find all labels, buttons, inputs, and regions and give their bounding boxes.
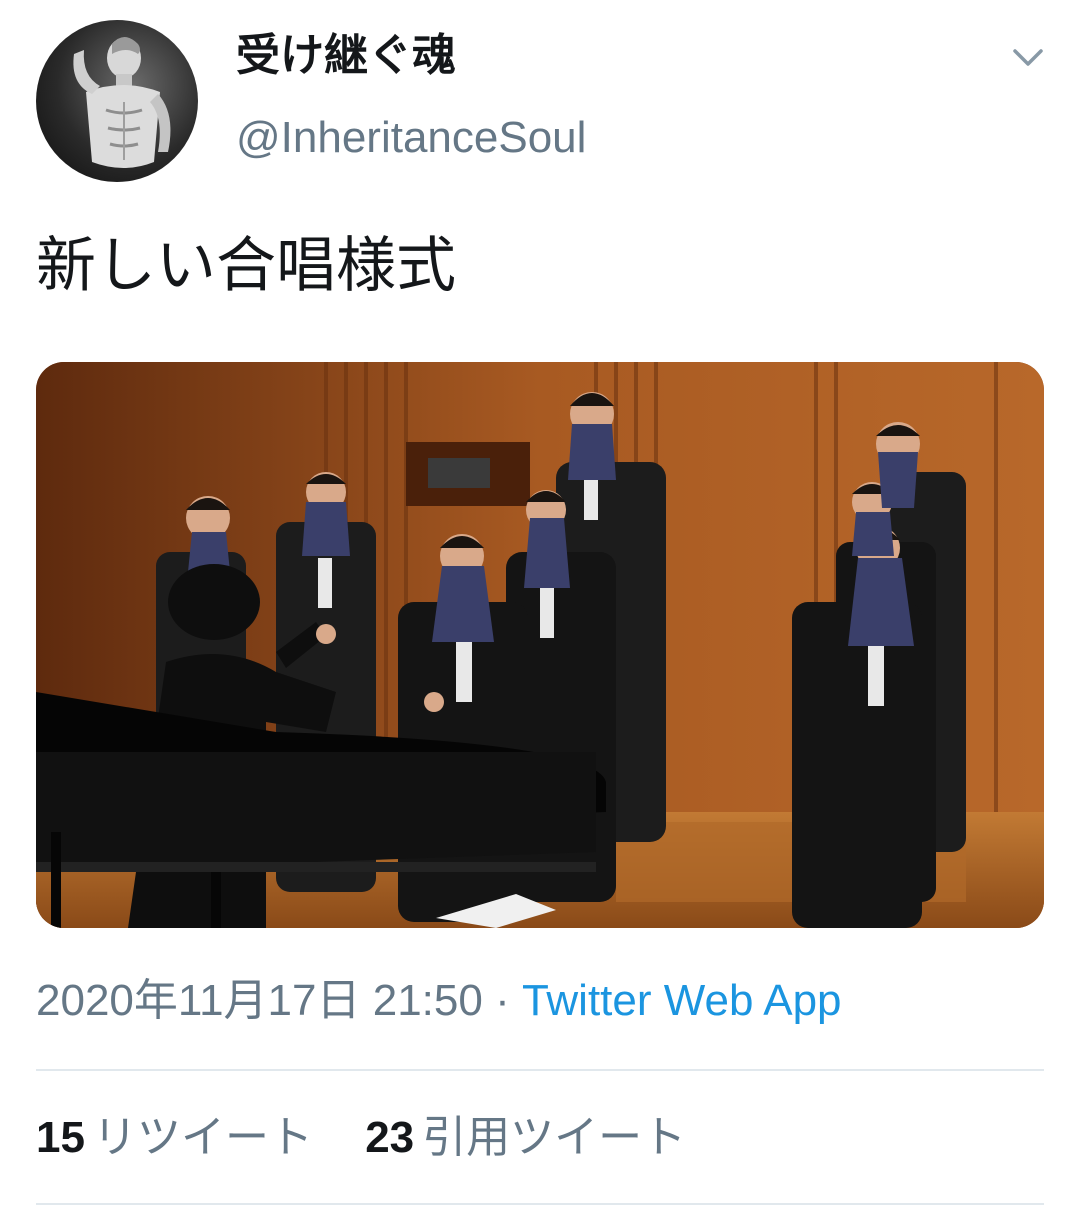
divider-bottom bbox=[36, 1203, 1044, 1205]
meta-separator: · bbox=[482, 976, 522, 1025]
photo-choir-on-stage bbox=[36, 362, 1044, 928]
quote-tweets-count: 23 bbox=[365, 1113, 415, 1162]
author-display-name[interactable]: 受け継ぐ魂 bbox=[236, 26, 456, 86]
author-handle[interactable]: @InheritanceSoul bbox=[236, 108, 586, 168]
tweet-meta: 2020年11月17日 21:50 · Twitter Web App bbox=[36, 970, 842, 1032]
statue-avatar-icon bbox=[73, 37, 171, 168]
tweet-timestamp[interactable]: 2020年11月17日 21:50 bbox=[36, 976, 483, 1025]
divider-top bbox=[36, 1069, 1044, 1071]
tweet-stats: 15 リツイート 23 引用ツイート bbox=[36, 1106, 726, 1170]
tweet-text: 新しい合唱様式 bbox=[36, 231, 456, 301]
retweets-label: リツイート bbox=[92, 1113, 313, 1162]
tweet-media-photo[interactable] bbox=[36, 362, 1044, 928]
retweets-count: 15 bbox=[36, 1113, 85, 1162]
quote-tweets-stat[interactable]: 23 引用ツイート bbox=[365, 1106, 686, 1170]
avatar[interactable] bbox=[36, 20, 198, 182]
retweets-stat[interactable]: 15 リツイート bbox=[36, 1106, 313, 1170]
tweet-source-link[interactable]: Twitter Web App bbox=[522, 976, 842, 1025]
quote-tweets-label: 引用ツイート bbox=[422, 1113, 687, 1162]
chevron-down-icon[interactable] bbox=[1010, 42, 1046, 72]
